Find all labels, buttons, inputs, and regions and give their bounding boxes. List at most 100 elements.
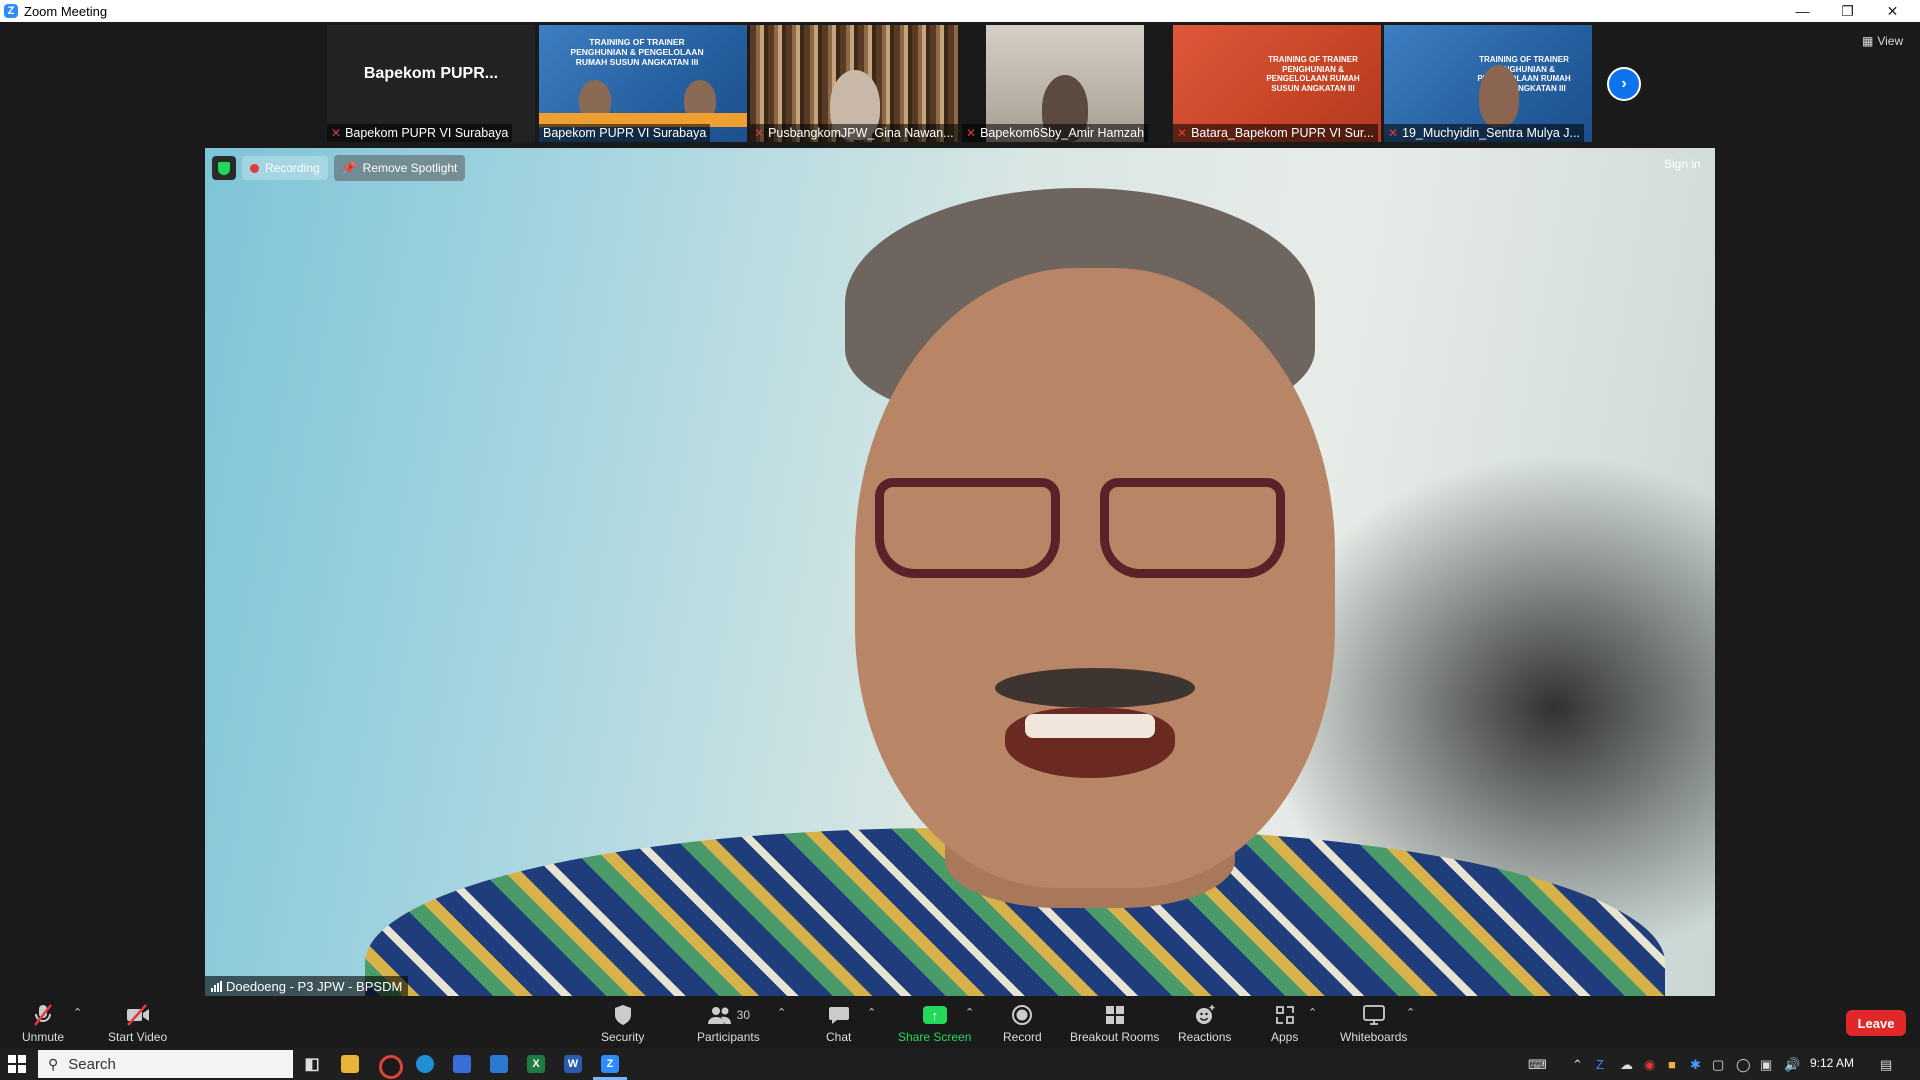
unmute-label: Unmute xyxy=(22,1030,65,1044)
edge-icon[interactable] xyxy=(416,1055,434,1073)
task-view-icon[interactable]: ◧ xyxy=(303,1055,321,1073)
security-button[interactable]: Security xyxy=(601,1002,644,1044)
breakout-rooms-label: Breakout Rooms xyxy=(1070,1030,1160,1044)
record-button[interactable]: Record xyxy=(1003,1002,1042,1044)
mail-icon[interactable] xyxy=(490,1055,508,1073)
participant-tile[interactable]: TRAINING OF TRAINER PENGHUNIAN & PENGELO… xyxy=(539,25,747,142)
tray-expand-icon[interactable]: ⌃ xyxy=(1572,1057,1583,1073)
participant-name: Batara_Bapekom PUPR VI Sur... xyxy=(1191,126,1374,140)
signal-strength-icon xyxy=(211,980,222,992)
video-off-icon xyxy=(125,1002,151,1028)
share-caret-icon[interactable]: ⌃ xyxy=(965,1006,974,1019)
minimize-icon[interactable]: — xyxy=(1780,0,1825,22)
view-button[interactable]: ▦ View xyxy=(1862,34,1903,48)
antivirus-icon[interactable]: ◉ xyxy=(1644,1057,1655,1073)
meeting-status-badges: Recording 📌 Remove Spotlight xyxy=(212,155,466,181)
excel-icon[interactable]: X xyxy=(527,1055,545,1073)
chat-caret-icon[interactable]: ⌃ xyxy=(867,1006,876,1019)
participant-name: Bapekom PUPR VI Surabaya xyxy=(543,126,707,140)
slide-text: TRAINING OF TRAINER PENGHUNIAN & PENGELO… xyxy=(570,37,704,68)
record-icon xyxy=(1011,1002,1033,1028)
next-page-chevron-icon[interactable]: › xyxy=(1607,67,1641,101)
search-placeholder: Search xyxy=(68,1055,116,1073)
mic-muted-icon: ✕ xyxy=(331,126,342,140)
recording-label: Recording xyxy=(265,161,320,175)
mic-muted-icon: ✕ xyxy=(966,126,977,140)
participant-tile[interactable]: TRAINING OF TRAINER PENGHUNIAN & PENGELO… xyxy=(1384,25,1592,142)
unmute-button[interactable]: Unmute xyxy=(22,1002,64,1044)
cloud-icon[interactable]: ☁ xyxy=(1620,1057,1633,1073)
word-icon[interactable]: W xyxy=(564,1055,582,1073)
start-video-button[interactable]: Start Video xyxy=(108,1002,167,1044)
apps-button[interactable]: Apps xyxy=(1271,1002,1298,1044)
audio-options-caret-icon[interactable]: ⌃ xyxy=(73,1006,82,1019)
apps-caret-icon[interactable]: ⌃ xyxy=(1308,1006,1317,1019)
participants-button[interactable]: 30 Participants xyxy=(697,1002,760,1044)
bluetooth-icon[interactable]: ✱ xyxy=(1690,1057,1701,1073)
participant-big-name: Bapekom PUPR... xyxy=(363,65,499,82)
speaker-glasses xyxy=(875,478,1305,588)
chat-button[interactable]: Chat xyxy=(826,1002,851,1044)
reactions-smiley-icon xyxy=(1194,1002,1216,1028)
store-icon[interactable] xyxy=(453,1055,471,1073)
close-icon[interactable]: ✕ xyxy=(1870,0,1915,22)
meeting-toolbar: Unmute ⌃ Start Video Security 30 Partici… xyxy=(0,998,1920,1048)
volume-icon[interactable]: 🔊 xyxy=(1784,1057,1800,1073)
recording-indicator[interactable]: Recording xyxy=(242,156,328,180)
zoom-taskbar-icon[interactable]: Z xyxy=(601,1055,619,1073)
zoom-tray-icon[interactable]: Z xyxy=(1596,1057,1604,1072)
whiteboards-button[interactable]: Whiteboards xyxy=(1340,1002,1407,1044)
start-video-label: Start Video xyxy=(108,1030,168,1044)
share-screen-button[interactable]: ↑ Share Screen xyxy=(898,1002,971,1044)
sign-in-link[interactable]: Sign in xyxy=(1664,157,1701,171)
participant-name: PusbangkomJPW_Gina Nawan... xyxy=(768,126,954,140)
share-screen-label: Share Screen xyxy=(898,1030,972,1044)
apps-label: Apps xyxy=(1271,1030,1299,1044)
windows-start-icon[interactable] xyxy=(8,1055,26,1073)
grid-view-icon: ▦ xyxy=(1862,34,1874,48)
participants-icon: 30 xyxy=(707,1002,750,1028)
mic-muted-icon: ✕ xyxy=(1177,126,1188,140)
participant-tile[interactable]: TRAINING OF TRAINER PENGHUNIAN & PENGELO… xyxy=(1173,25,1381,142)
leave-button[interactable]: Leave xyxy=(1846,1010,1906,1036)
participant-tile[interactable]: ✕ Bapekom6Sby_Amir Hamzah xyxy=(962,25,1170,142)
speaker-name-tag: Doedoeng - P3 JPW - BPSDM xyxy=(205,976,409,996)
taskbar-search-box[interactable]: ⚲ Search xyxy=(38,1050,293,1078)
participant-figure xyxy=(1479,65,1519,127)
spotlight-video[interactable] xyxy=(205,148,1715,996)
slide-text: TRAINING OF TRAINER PENGHUNIAN & PENGELO… xyxy=(1266,55,1360,93)
chat-bubble-icon xyxy=(828,1002,850,1028)
participant-tile[interactable]: ✕ PusbangkomJPW_Gina Nawan... xyxy=(750,25,958,142)
breakout-rooms-button[interactable]: Breakout Rooms xyxy=(1070,1002,1159,1044)
breakout-rooms-icon xyxy=(1104,1002,1126,1028)
shield-icon xyxy=(613,1002,633,1028)
power-icon[interactable]: ◯ xyxy=(1736,1057,1751,1073)
apps-icon xyxy=(1274,1002,1296,1028)
remove-spotlight-label: Remove Spotlight xyxy=(362,161,458,175)
window-title: Zoom Meeting xyxy=(24,3,108,19)
speaker-mustache xyxy=(995,668,1195,708)
participant-name: Bapekom6Sby_Amir Hamzah xyxy=(980,126,1145,140)
display-icon[interactable]: ▢ xyxy=(1712,1057,1724,1073)
restore-icon[interactable]: ❐ xyxy=(1825,0,1870,22)
mic-off-icon xyxy=(32,1002,54,1028)
record-dot-icon xyxy=(250,163,259,173)
mic-muted-icon: ✕ xyxy=(1388,126,1399,140)
speaker-name: Doedoeng - P3 JPW - BPSDM xyxy=(226,978,403,994)
whiteboards-caret-icon[interactable]: ⌃ xyxy=(1406,1006,1415,1019)
glasses-lens-right xyxy=(1100,478,1285,578)
participant-tile[interactable]: Bapekom PUPR... ✕ Bapekom PUPR VI Surabay… xyxy=(327,25,535,142)
security-tray-icon[interactable]: ■ xyxy=(1668,1057,1676,1072)
file-explorer-icon[interactable] xyxy=(341,1055,359,1073)
reactions-button[interactable]: Reactions xyxy=(1178,1002,1231,1044)
taskbar-clock[interactable]: 9:12 AM xyxy=(1810,1056,1854,1070)
keyboard-icon[interactable]: ⌨ xyxy=(1528,1057,1547,1073)
participants-caret-icon[interactable]: ⌃ xyxy=(777,1006,786,1019)
whiteboard-icon xyxy=(1362,1002,1386,1028)
pin-icon: 📌 xyxy=(341,161,357,175)
notifications-icon[interactable]: ▤ xyxy=(1880,1057,1892,1073)
network-icon[interactable]: ▣ xyxy=(1760,1057,1772,1073)
chrome-icon[interactable] xyxy=(379,1055,403,1079)
encryption-shield-icon[interactable] xyxy=(212,156,236,180)
remove-spotlight-button[interactable]: 📌 Remove Spotlight xyxy=(333,155,466,181)
